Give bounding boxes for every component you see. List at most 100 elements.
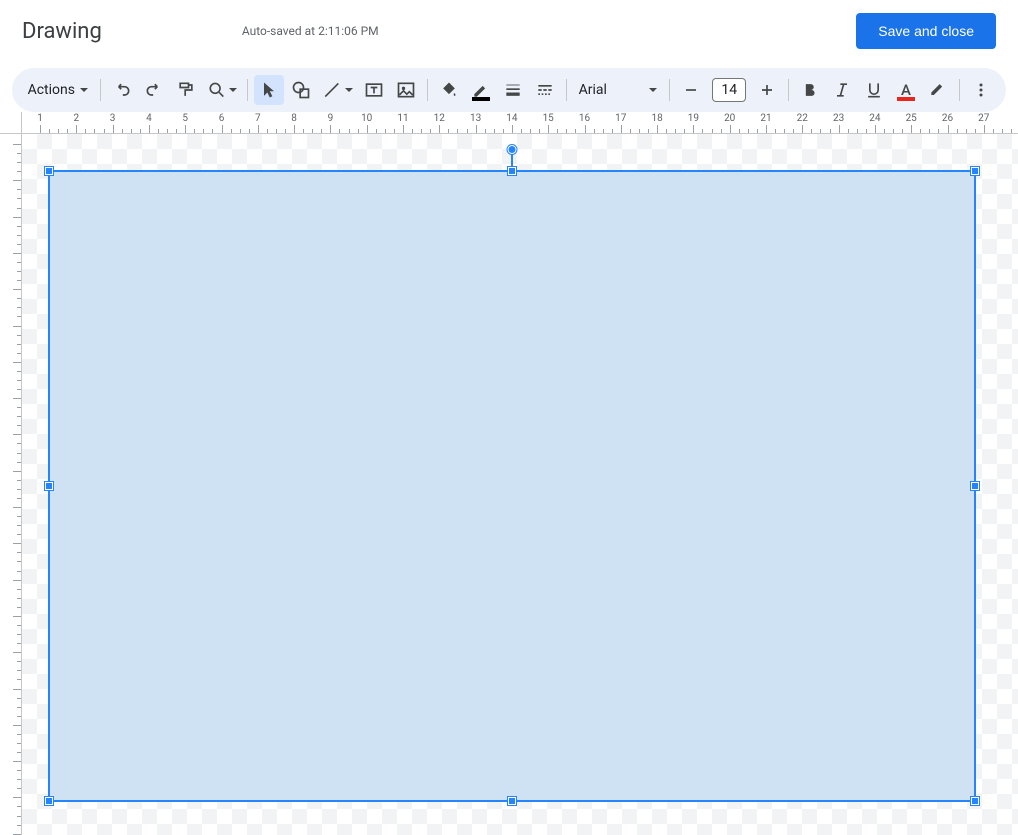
paint-roller-icon [176, 80, 196, 100]
ruler-number: 5 [182, 113, 188, 124]
actions-menu-button[interactable]: Actions [22, 75, 94, 105]
ruler-number: 2 [73, 113, 79, 124]
cursor-icon [259, 80, 279, 100]
resize-handle-se[interactable] [971, 797, 979, 805]
drawing-canvas[interactable] [22, 134, 1018, 835]
ruler-number: 21 [760, 113, 771, 124]
ruler-number: 8 [291, 113, 297, 124]
pencil-icon [471, 80, 491, 100]
ruler-number: 18 [651, 113, 662, 124]
text-color-button[interactable]: A [891, 75, 921, 105]
plus-icon [757, 80, 777, 100]
ruler-number: 16 [579, 113, 590, 124]
ruler-number: 9 [328, 113, 334, 124]
resize-handle-ne[interactable] [971, 167, 979, 175]
caret-down-icon [649, 88, 657, 92]
image-button[interactable] [391, 75, 421, 105]
redo-button[interactable] [139, 75, 169, 105]
ruler-number: 27 [978, 113, 989, 124]
toolbar-separator [566, 79, 567, 101]
toolbar-separator [788, 79, 789, 101]
toolbar-separator [669, 79, 670, 101]
decrease-font-size-button[interactable] [676, 75, 706, 105]
ruler-number: 15 [543, 113, 554, 124]
horizontal-ruler[interactable]: 1234567891011121314151617181920212223242… [22, 112, 1018, 134]
shape-tool-button[interactable] [286, 75, 316, 105]
caret-down-icon [345, 88, 353, 92]
toolbar-separator [100, 79, 101, 101]
ruler-number: 1 [37, 113, 43, 124]
zoom-icon [207, 80, 227, 100]
highlighter-icon [928, 80, 948, 100]
fill-color-button[interactable] [434, 75, 464, 105]
ruler-number: 3 [110, 113, 116, 124]
ruler-number: 7 [255, 113, 261, 124]
undo-button[interactable] [107, 75, 137, 105]
line-tool-button[interactable] [318, 75, 357, 105]
text-box-button[interactable] [359, 75, 389, 105]
ruler-number: 20 [724, 113, 735, 124]
more-options-button[interactable] [966, 75, 996, 105]
highlight-color-button[interactable] [923, 75, 953, 105]
italic-button[interactable] [827, 75, 857, 105]
font-name-label: Arial [579, 82, 607, 98]
ruler-number: 6 [219, 113, 225, 124]
ruler-number: 13 [470, 113, 481, 124]
ruler-number: 24 [869, 113, 880, 124]
zoom-button[interactable] [203, 75, 242, 105]
undo-icon [112, 80, 132, 100]
resize-handle-n[interactable] [508, 167, 516, 175]
underline-icon [864, 80, 884, 100]
autosave-status: Auto-saved at 2:11:06 PM [242, 24, 379, 38]
ruler-number: 11 [397, 113, 408, 124]
line-icon [322, 80, 342, 100]
ruler-number: 4 [146, 113, 152, 124]
bold-button[interactable] [795, 75, 825, 105]
border-weight-button[interactable] [498, 75, 528, 105]
ruler-corner [0, 112, 22, 134]
line-dash-icon [535, 80, 555, 100]
toolbar: Actions Arial [12, 68, 1006, 112]
toolbar-separator [247, 79, 248, 101]
workspace: 1234567891011121314151617181920212223242… [0, 112, 1018, 835]
font-size-input[interactable]: 14 [712, 78, 746, 102]
text-color-a-icon: A [901, 81, 911, 99]
image-icon [396, 80, 416, 100]
underline-button[interactable] [859, 75, 889, 105]
resize-handle-nw[interactable] [45, 167, 53, 175]
border-dash-button[interactable] [530, 75, 560, 105]
increase-font-size-button[interactable] [752, 75, 782, 105]
ruler-number: 22 [797, 113, 808, 124]
resize-handle-s[interactable] [508, 797, 516, 805]
select-tool-button[interactable] [254, 75, 284, 105]
border-color-button[interactable] [466, 75, 496, 105]
ruler-number: 23 [833, 113, 844, 124]
more-vertical-icon [971, 80, 991, 100]
caret-down-icon [80, 88, 88, 92]
actions-label: Actions [28, 82, 75, 98]
caret-down-icon [229, 88, 237, 92]
ruler-number: 26 [942, 113, 953, 124]
resize-handle-w[interactable] [45, 482, 53, 490]
ruler-number: 25 [906, 113, 917, 124]
resize-handle-e[interactable] [971, 482, 979, 490]
ruler-number: 19 [688, 113, 699, 124]
toolbar-separator [427, 79, 428, 101]
paint-format-button[interactable] [171, 75, 201, 105]
font-family-select[interactable]: Arial [573, 75, 664, 105]
vertical-ruler[interactable] [0, 134, 22, 835]
line-weight-icon [503, 80, 523, 100]
ruler-number: 10 [361, 113, 372, 124]
toolbar-separator [959, 79, 960, 101]
bold-icon [800, 80, 820, 100]
shape-icon [291, 80, 311, 100]
resize-handle-sw[interactable] [45, 797, 53, 805]
selected-rectangle-shape[interactable] [48, 170, 976, 802]
rotate-handle[interactable] [508, 145, 517, 154]
paint-bucket-icon [439, 80, 459, 100]
dialog-title: Drawing [22, 19, 102, 44]
ruler-number: 12 [434, 113, 445, 124]
save-and-close-button[interactable]: Save and close [856, 13, 996, 49]
redo-icon [144, 80, 164, 100]
italic-icon [832, 80, 852, 100]
